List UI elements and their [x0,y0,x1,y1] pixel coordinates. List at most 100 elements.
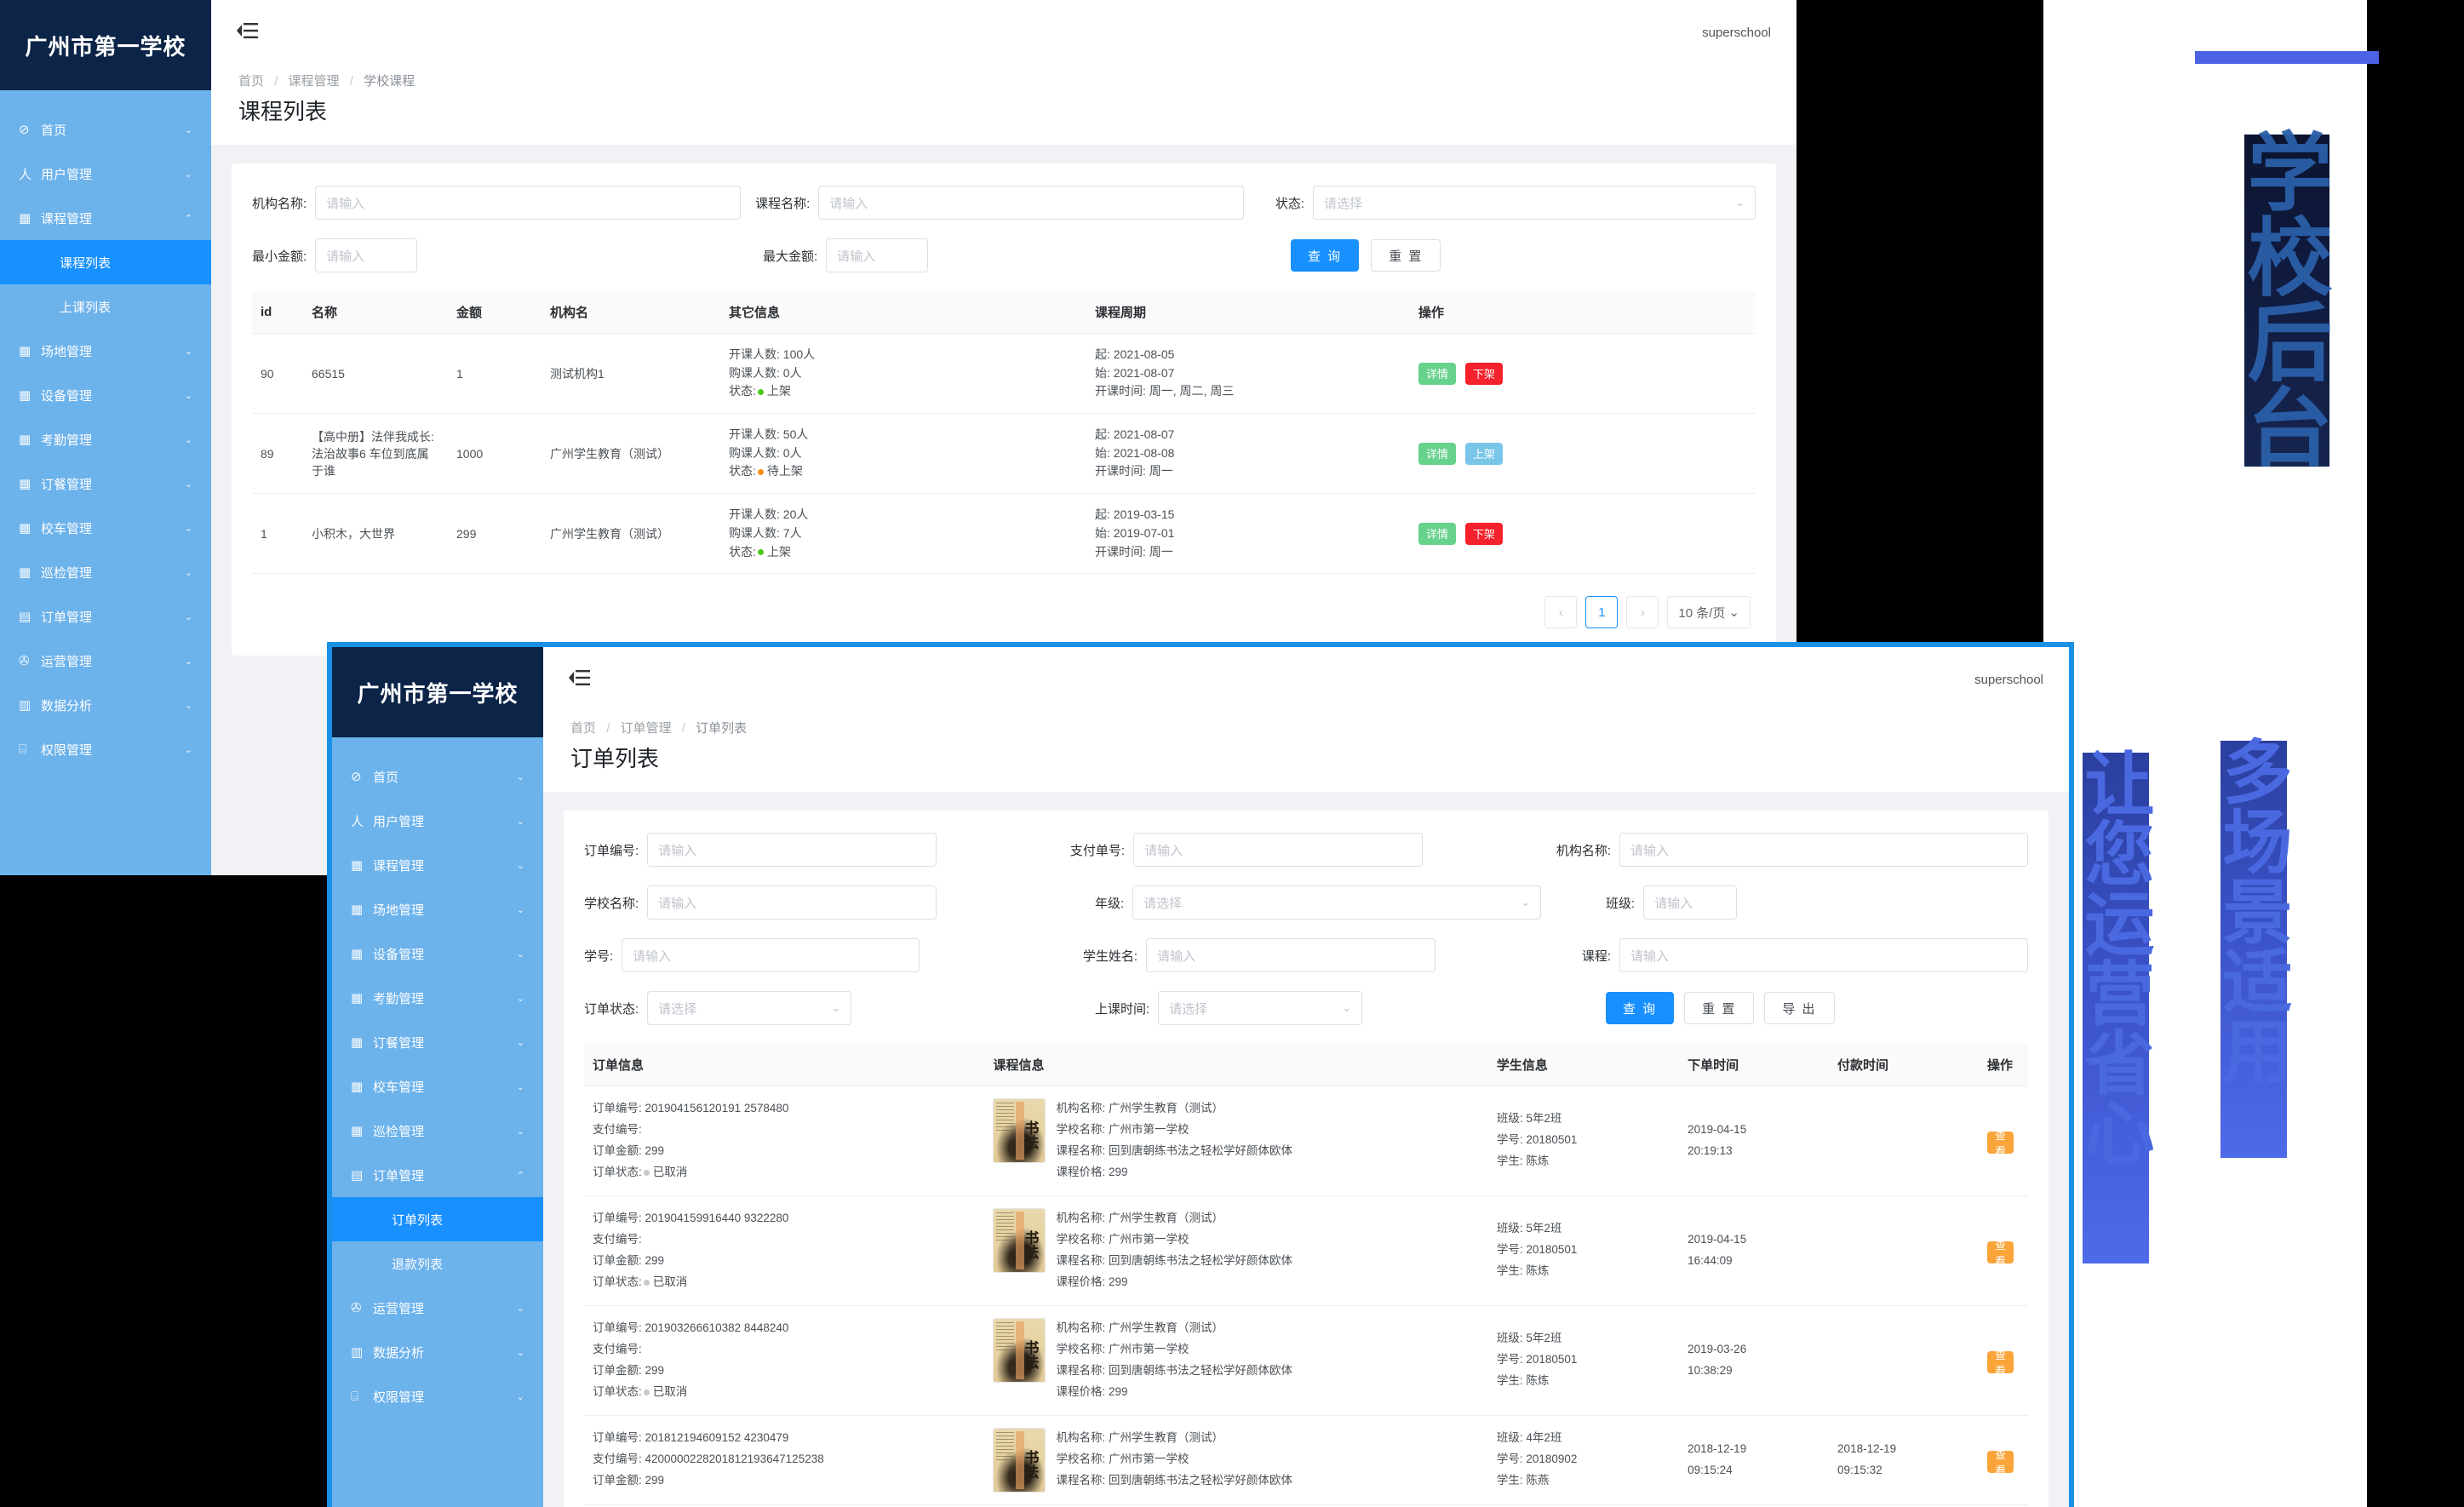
search-button[interactable]: 查 询 [1606,992,1675,1024]
sidebar-item-devices[interactable]: ▦ 设备管理 ⌄ [0,373,211,417]
sidebar-subitem-refund-list[interactable]: 退款列表 [332,1241,543,1286]
collapse-menu-icon[interactable] [237,21,259,44]
sidebar-item-home[interactable]: ⊘ 首页 ⌄ [332,754,543,799]
sidebar-item-attendance[interactable]: ▦ 考勤管理 ⌄ [332,976,543,1020]
sidebar-subitem-class-list[interactable]: 上课列表 [0,284,211,329]
sidebar-item-label: 数据分析 [373,1345,425,1361]
pagination-prev[interactable]: ‹ [1544,596,1578,629]
sidebar-item-label: 首页 [41,123,67,138]
sidebar-item-inspection[interactable]: ▦ 巡检管理 ⌄ [0,550,211,594]
order-table: 订单信息 课程信息 学生信息 下单时间 付款时间 操作 订单编号: 201904… [584,1044,2028,1505]
breadcrumb-item-home[interactable]: 首页 [238,74,264,89]
chevron-up-icon: ⌃ [184,213,192,224]
sidebar-subitem-order-list[interactable]: 订单列表 [332,1197,543,1241]
breadcrumb-item-course-mgmt[interactable]: 课程管理 [289,74,340,89]
buy-count: 购课人数: 0人 [729,445,802,460]
course-name-input[interactable]: 请输入 [818,186,1245,220]
student-name: 学生: 陈炼 [1496,1374,1550,1388]
sidebar-item-operations[interactable]: ✇ 运营管理 ⌄ [0,639,211,683]
search-button[interactable]: 查 询 [1291,239,1360,272]
pagination-page-1[interactable]: 1 [1585,596,1619,629]
user-name-label[interactable]: superschool [1974,673,2043,687]
course-name: 课程名称: 回到唐朝练书法之轻松学好颜体欧体 [1056,1473,1292,1487]
sidebar-item-courses[interactable]: ▦ 课程管理 ⌃ [0,196,211,240]
status-select[interactable]: 请选择 ⌄ [1313,186,1756,220]
view-button[interactable]: 查看 [1986,1129,2014,1158]
school-name-input[interactable]: 请输入 [647,885,937,920]
sidebar-item-venues[interactable]: ▦ 场地管理 ⌄ [0,329,211,373]
filter-grade: 年级: 请选择 ⌄ [1095,885,1606,920]
course-input[interactable]: 请输入 [1619,938,2028,972]
col-actions: 操作 [1978,1044,2028,1086]
export-button[interactable]: 导 出 [1764,992,1835,1024]
filter-student-name: 学生姓名: 请输入 [1083,938,1582,972]
sidebar-item-users[interactable]: 人 用户管理 ⌄ [332,799,543,843]
max-amount-input[interactable]: 请输入 [826,238,929,272]
sidebar-item-inspection[interactable]: ▦ 巡检管理 ⌄ [332,1109,543,1153]
order-window-body: superschool 首页 / 订单管理 / 订单列表 订单列表 订单编号: … [543,647,2069,1507]
collapse-menu-icon[interactable] [569,668,591,691]
sidebar-subitem-label: 上课列表 [60,300,112,315]
reset-button[interactable]: 重 置 [1371,239,1441,272]
view-button[interactable]: 查看 [1986,1448,2014,1477]
student-no-input[interactable]: 请输入 [622,938,920,972]
cell-name: 【高中册】法伴我成长: 法治故事6 车位到底属于谁 [303,413,448,495]
sidebar-item-orders[interactable]: ▤ 订单管理 ⌃ [332,1153,543,1197]
sidebar-item-meals[interactable]: ▦ 订餐管理 ⌄ [332,1020,543,1064]
sidebar-item-analytics[interactable]: ▥ 数据分析 ⌄ [332,1330,543,1374]
reset-button[interactable]: 重 置 [1684,992,1755,1024]
sidebar-item-bus[interactable]: ▦ 校车管理 ⌄ [0,506,211,550]
sidebar-item-venues[interactable]: ▦ 场地管理 ⌄ [332,887,543,931]
sidebar-item-bus[interactable]: ▦ 校车管理 ⌄ [332,1064,543,1109]
sidebar-item-home[interactable]: ⊘ 首页 ⌄ [0,107,211,152]
class-input[interactable]: 请输入 [1643,885,1738,920]
sidebar-subitem-course-list[interactable]: 课程列表 [0,240,211,284]
student-name-input[interactable]: 请输入 [1146,938,1436,972]
sidebar-logo: 广州市第一学校 [0,0,211,90]
page-size-value: 10 条/页 [1678,605,1726,621]
sidebar-subitem-label: 订单列表 [392,1212,444,1228]
min-amount-input[interactable]: 请输入 [315,238,418,272]
order-status-select[interactable]: 请选择 ⌄ [647,991,852,1025]
org-name-input[interactable]: 请输入 [1619,833,2028,867]
filter-row-1: 机构名称: 请输入 课程名称: 请输入 状态: 请选择 ⌄ [252,186,1756,220]
sidebar-item-meals[interactable]: ▦ 订餐管理 ⌄ [0,461,211,506]
cell-actions: 查看 [1978,1086,2028,1196]
pay-no: 支付编号: 4200000228201812193647125238 [593,1453,824,1466]
table-row: 订单编号: 201812194609152 4230479 支付编号: 4200… [584,1415,2028,1505]
chevron-down-icon: ⌄ [516,816,524,827]
breadcrumb-item-home[interactable]: 首页 [570,721,596,736]
detail-button[interactable]: 详情 [1418,522,1457,545]
pagination-next[interactable]: › [1626,596,1659,629]
toggle-shelf-button[interactable]: 下架 [1464,522,1503,545]
org-name-input[interactable]: 请输入 [315,186,742,220]
filter-order-status: 订单状态: 请选择 ⌄ [584,991,1095,1025]
view-button[interactable]: 查看 [1986,1239,2014,1268]
user-name-label[interactable]: superschool [1702,26,1771,40]
pay-no-input[interactable]: 请输入 [1133,833,1424,867]
grade-select[interactable]: 请选择 ⌄ [1132,885,1542,920]
sidebar-item-attendance[interactable]: ▦ 考勤管理 ⌄ [0,417,211,461]
class-time-select[interactable]: 请选择 ⌄ [1158,991,1363,1025]
sidebar-item-courses[interactable]: ▦ 课程管理 ⌄ [332,843,543,887]
sidebar-item-permissions[interactable]: ⌸ 权限管理 ⌄ [332,1374,543,1418]
page-size-select[interactable]: 10 条/页 ⌄ [1667,596,1751,629]
sidebar-item-orders[interactable]: ▤ 订单管理 ⌄ [0,594,211,639]
detail-button[interactable]: 详情 [1418,362,1457,385]
toggle-shelf-button[interactable]: 上架 [1464,442,1503,465]
sidebar-item-analytics[interactable]: ▥ 数据分析 ⌄ [0,683,211,727]
sidebar-item-label: 运营管理 [373,1301,425,1316]
user-icon: 人 [19,167,32,182]
toggle-shelf-button[interactable]: 下架 [1464,362,1503,385]
sidebar-item-permissions[interactable]: ⌸ 权限管理 ⌄ [0,727,211,771]
detail-button[interactable]: 详情 [1418,442,1457,465]
sidebar-item-devices[interactable]: ▦ 设备管理 ⌄ [332,931,543,976]
order-no-input[interactable]: 请输入 [647,833,937,867]
sidebar-item-operations[interactable]: ✇ 运营管理 ⌄ [332,1286,543,1330]
col-order-info: 订单信息 [584,1044,985,1086]
view-button[interactable]: 查看 [1986,1349,2014,1378]
cell-amount: 1000 [448,413,542,495]
chevron-down-icon: ⌄ [184,169,192,180]
sidebar-item-users[interactable]: 人 用户管理 ⌄ [0,152,211,196]
breadcrumb-item-order-mgmt[interactable]: 订单管理 [621,721,672,736]
